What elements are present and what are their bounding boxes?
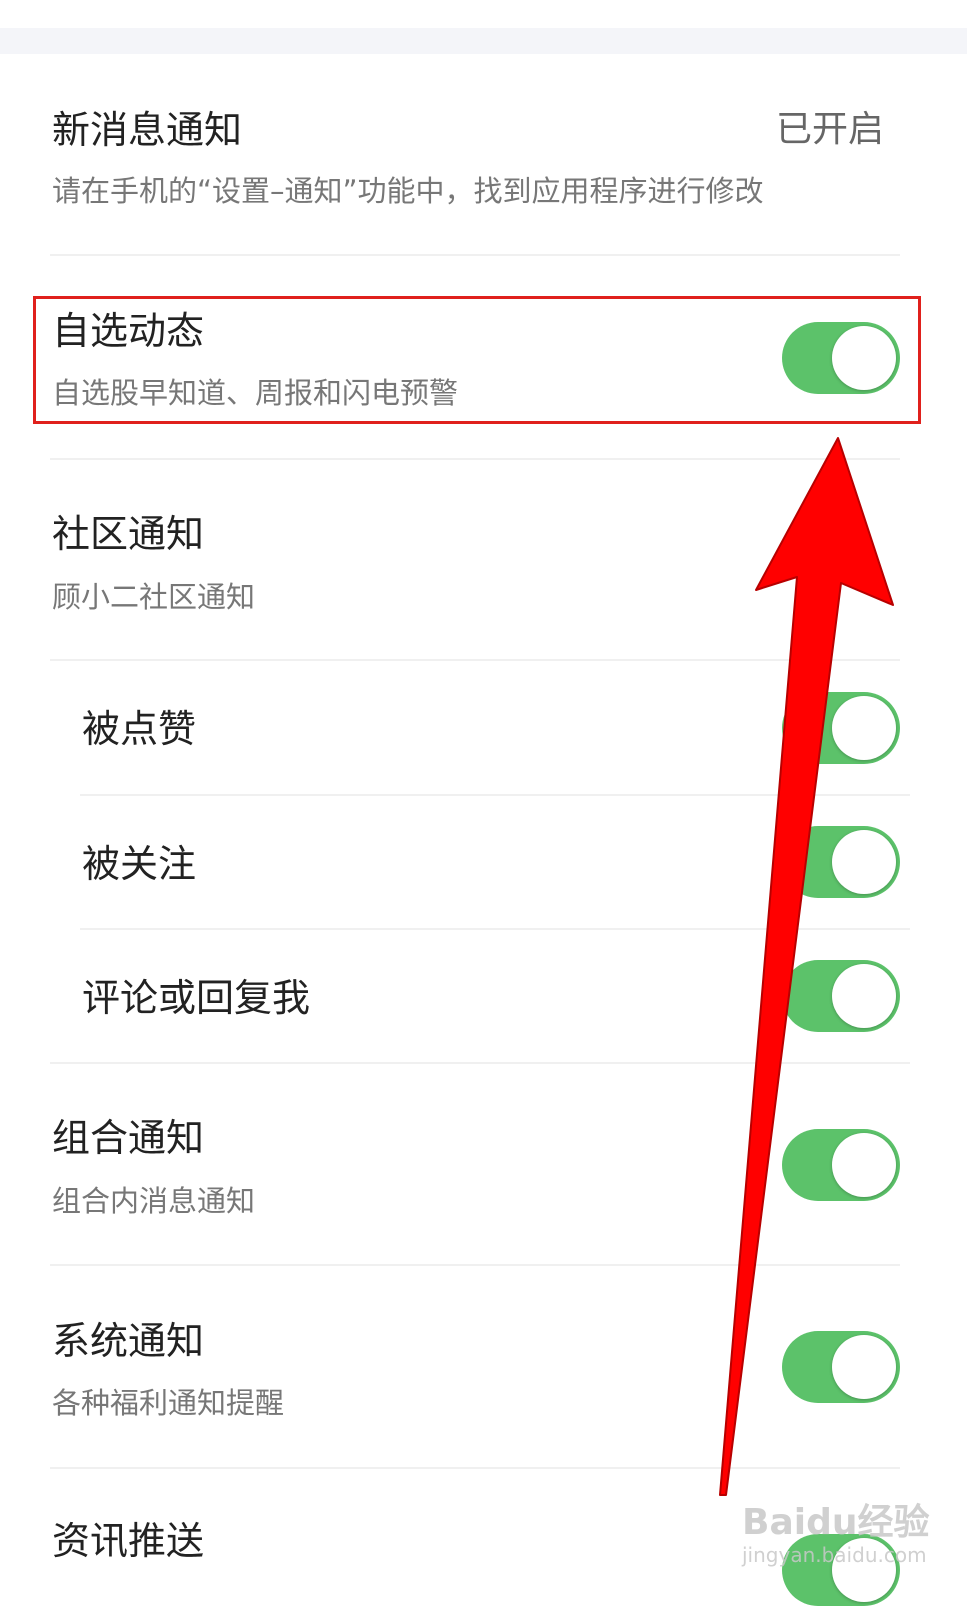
followed-toggle[interactable] [782,826,900,898]
divider [80,928,910,930]
portfolio-description: 组合内消息通知 [52,1184,256,1218]
top-separator-strip [0,28,967,54]
system-title: 系统通知 [52,1319,205,1363]
divider [50,1264,900,1266]
liked-label: 被点赞 [82,707,197,751]
baidu-watermark: Baidu经验 jingyan.baidu.com [742,1502,930,1567]
highlight-box [33,296,921,424]
new-message-description: 请在手机的“设置–通知”功能中，找到应用程序进行修改 [52,174,764,208]
toggle-knob [832,1335,896,1399]
portfolio-title: 组合通知 [52,1116,205,1160]
followed-label: 被关注 [82,842,197,886]
divider [50,659,900,661]
community-title: 社区通知 [52,512,205,556]
new-message-title: 新消息通知 [52,108,243,152]
watermark-sub: jingyan.baidu.com [742,1543,927,1567]
toggle-knob [832,1133,896,1197]
news-push-title: 资讯推送 [52,1519,205,1563]
divider [50,1062,910,1064]
system-toggle[interactable] [782,1331,900,1403]
comments-label: 评论或回复我 [82,976,311,1020]
new-message-status: 已开启 [775,109,884,150]
divider [80,794,910,796]
system-description: 各种福利通知提醒 [52,1386,285,1420]
watermark-main: Baidu经验 [742,1502,930,1543]
toggle-knob [832,964,896,1028]
portfolio-toggle[interactable] [782,1129,900,1201]
divider [50,254,900,256]
community-description: 顾小二社区通知 [52,580,256,614]
liked-toggle[interactable] [782,692,900,764]
divider [50,458,900,460]
toggle-knob [832,696,896,760]
divider [50,1467,900,1469]
comments-toggle[interactable] [782,960,900,1032]
toggle-knob [832,830,896,894]
